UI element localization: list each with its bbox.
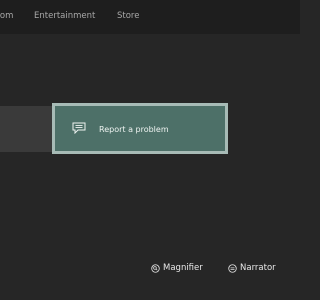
- tab-community-label: Community: [0, 11, 14, 21]
- tab-entertainment[interactable]: Entertainment: [34, 11, 95, 21]
- feedback-chat-icon: [72, 122, 86, 134]
- report-a-problem-label: Report a problem: [99, 125, 169, 134]
- magnifier-label: Magnifier: [163, 263, 203, 273]
- tab-community[interactable]: Community: [0, 11, 14, 21]
- report-a-problem-button[interactable]: Report a problem: [52, 103, 228, 154]
- magnifier-button-icon: [151, 263, 160, 273]
- top-nav-bar: Community Entertainment Store: [0, 0, 300, 34]
- magnifier-button[interactable]: Magnifier: [151, 263, 203, 273]
- left-panel-tile[interactable]: [0, 106, 52, 152]
- narrator-label: Narrator: [240, 263, 276, 273]
- tab-store[interactable]: Store: [117, 11, 139, 21]
- narrator-button-icon: [228, 263, 237, 273]
- narrator-button[interactable]: Narrator: [228, 263, 276, 273]
